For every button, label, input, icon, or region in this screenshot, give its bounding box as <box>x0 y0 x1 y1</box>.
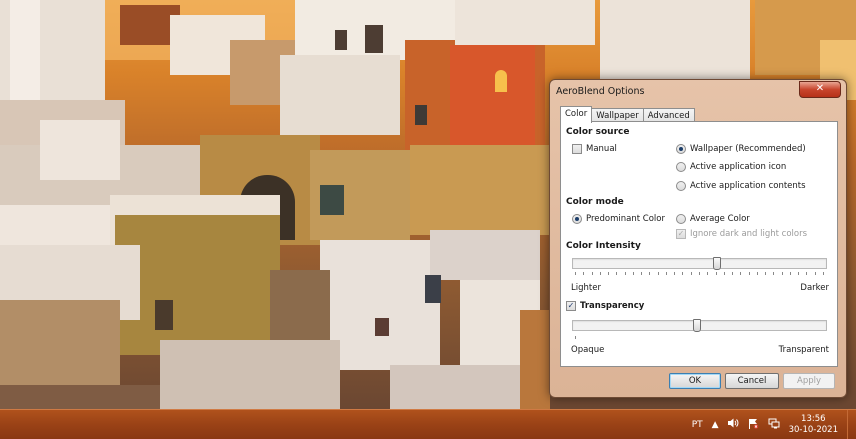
intensity-tick <box>724 272 725 275</box>
ignore-dark-light-checkbox-box: ✓ <box>676 229 686 239</box>
intensity-tick <box>641 272 642 275</box>
intensity-tick <box>616 272 617 275</box>
intensity-tick <box>699 272 700 275</box>
transparency-checkbox[interactable]: ✓ Transparency <box>566 301 644 311</box>
color-mode-heading: Color mode <box>566 197 624 207</box>
intensity-tick <box>773 272 774 275</box>
taskbar: PT ▲ 13:56 30-10-2021 <box>0 409 856 439</box>
aeroblend-options-window: AeroBlend Options ✕ Color Wallpaper Adva… <box>549 79 847 398</box>
radio-active-application-icon-dot[interactable] <box>676 162 686 172</box>
radio-wallpaper-recommended-dot[interactable] <box>676 144 686 154</box>
intensity-tick <box>649 272 650 275</box>
intensity-tick <box>707 272 708 275</box>
show-hidden-icons-icon[interactable]: ▲ <box>712 420 719 430</box>
manual-checkbox-box[interactable] <box>572 144 582 154</box>
intensity-tick <box>815 272 816 275</box>
radio-wallpaper-recommended-label: Wallpaper (Recommended) <box>690 144 806 154</box>
ok-button[interactable]: OK <box>669 373 721 389</box>
window-title: AeroBlend Options <box>556 86 645 97</box>
intensity-tick <box>806 272 807 275</box>
radio-active-application-contents-label: Active application contents <box>690 181 806 191</box>
radio-average-color[interactable]: Average Color <box>676 214 750 224</box>
intensity-tick-marks <box>575 272 824 275</box>
intensity-tick <box>633 272 634 275</box>
manual-checkbox[interactable]: Manual <box>572 144 617 154</box>
intensity-tick <box>666 272 667 275</box>
intensity-tick <box>798 272 799 275</box>
apply-button: Apply <box>783 373 835 389</box>
transparency-label: Transparency <box>580 301 645 311</box>
radio-active-application-icon-label: Active application icon <box>690 162 787 172</box>
color-intensity-heading: Color Intensity <box>566 241 641 251</box>
intensity-tick <box>740 272 741 275</box>
intensity-slider-thumb[interactable] <box>713 257 722 270</box>
transparency-checkbox-box[interactable]: ✓ <box>566 301 576 311</box>
intensity-max-label: Darker <box>800 283 829 293</box>
transparency-tick-marks <box>575 336 579 339</box>
intensity-min-label: Lighter <box>571 283 601 293</box>
transparency-max-label: Transparent <box>778 345 829 355</box>
intensity-tick <box>600 272 601 275</box>
radio-predominant-color-label: Predominant Color <box>586 214 665 224</box>
intensity-tick <box>674 272 675 275</box>
intensity-tick <box>682 272 683 275</box>
transparency-tick <box>575 336 576 339</box>
color-tab-panel: Color source Manual Wallpaper (Recommend… <box>560 121 838 367</box>
intensity-tick <box>716 272 717 275</box>
transparency-slider-thumb[interactable] <box>692 319 701 332</box>
radio-average-color-dot[interactable] <box>676 214 686 224</box>
show-desktop-button[interactable] <box>847 410 856 439</box>
radio-wallpaper-recommended[interactable]: Wallpaper (Recommended) <box>676 144 806 154</box>
intensity-tick <box>765 272 766 275</box>
intensity-tick <box>625 272 626 275</box>
network-icon[interactable] <box>768 418 780 432</box>
intensity-tick <box>790 272 791 275</box>
intensity-tick <box>575 272 576 275</box>
ignore-dark-light-checkbox: ✓ Ignore dark and light colors <box>676 229 807 239</box>
close-icon: ✕ <box>815 83 825 94</box>
intensity-tick <box>749 272 750 275</box>
close-button[interactable]: ✕ <box>799 81 841 98</box>
intensity-tick <box>691 272 692 275</box>
ignore-dark-light-label: Ignore dark and light colors <box>690 229 808 239</box>
radio-predominant-color[interactable]: Predominant Color <box>572 214 665 224</box>
radio-active-application-contents-dot[interactable] <box>676 181 686 191</box>
color-source-heading: Color source <box>566 127 630 137</box>
clock[interactable]: 13:56 30-10-2021 <box>789 414 838 436</box>
radio-average-color-label: Average Color <box>690 214 750 224</box>
radio-active-application-icon[interactable]: Active application icon <box>676 162 786 172</box>
intensity-tick <box>823 272 824 275</box>
intensity-tick <box>782 272 783 275</box>
clock-time: 13:56 <box>801 413 826 424</box>
radio-active-application-contents[interactable]: Active application contents <box>676 181 806 191</box>
language-indicator[interactable]: PT <box>692 420 703 430</box>
intensity-tick <box>757 272 758 275</box>
manual-label: Manual <box>586 144 617 154</box>
radio-predominant-color-dot[interactable] <box>572 214 582 224</box>
intensity-slider-track[interactable] <box>572 258 827 269</box>
clock-date: 30-10-2021 <box>788 424 838 435</box>
intensity-tick <box>658 272 659 275</box>
intensity-tick <box>732 272 733 275</box>
cancel-button[interactable]: Cancel <box>725 373 779 389</box>
tab-color[interactable]: Color <box>560 106 593 123</box>
transparency-min-label: Opaque <box>571 345 605 355</box>
system-tray: PT ▲ 13:56 30-10-2021 <box>692 410 848 439</box>
intensity-tick <box>608 272 609 275</box>
intensity-tick <box>592 272 593 275</box>
volume-icon[interactable] <box>727 418 739 431</box>
intensity-tick <box>583 272 584 275</box>
action-center-flag-icon[interactable] <box>748 418 759 432</box>
